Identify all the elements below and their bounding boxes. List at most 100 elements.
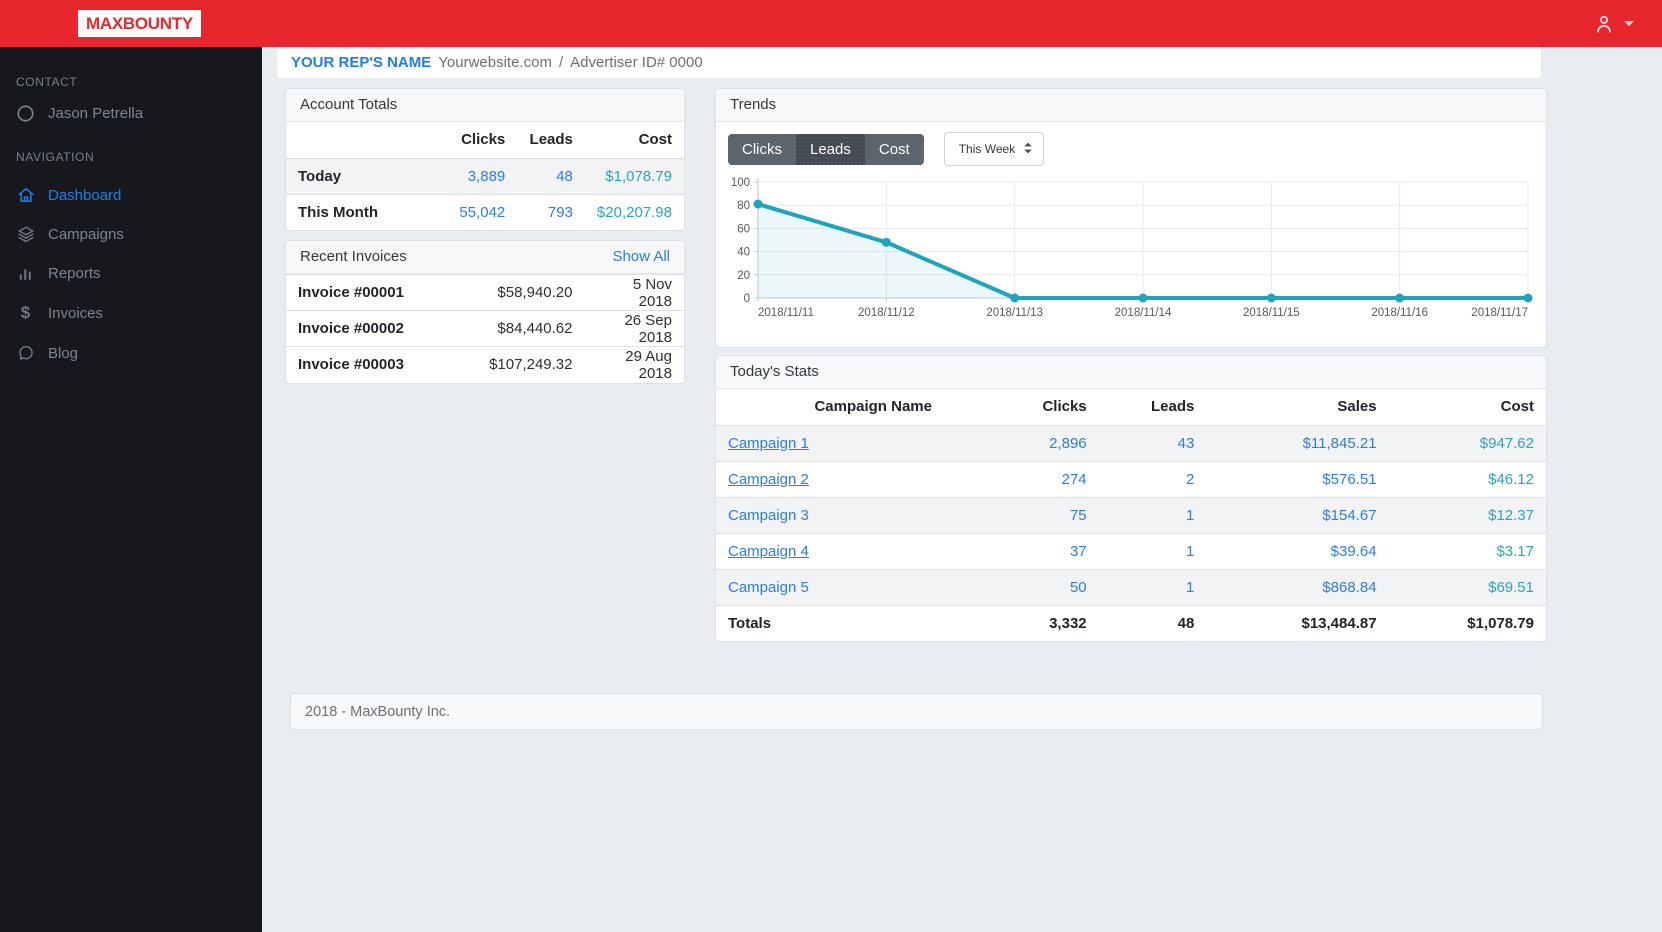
campaign-leads[interactable]: 2: [1098, 460, 1207, 497]
campaign-sales[interactable]: $39.64: [1206, 532, 1389, 569]
campaign-cost[interactable]: $3.17: [1388, 532, 1546, 569]
totals-row: Totals 3,332 48 $13,484.87 $1,078.79: [716, 604, 1546, 641]
svg-text:40: 40: [737, 247, 750, 259]
clicks-toggle-button[interactable]: Clicks: [728, 133, 796, 165]
trends-chart[interactable]: 0 20 40 60 80 100 2018/11/11 2018/11/12 2018/11/…: [728, 176, 1534, 333]
col-clicks: Clicks: [1042, 398, 1087, 416]
col-cost: Cost: [1500, 398, 1534, 416]
totals-sales: $13,484.87: [1206, 604, 1389, 641]
campaign-clicks[interactable]: 37: [1030, 532, 1099, 569]
campaign-cost[interactable]: $947.62: [1388, 424, 1546, 461]
campaign-link[interactable]: Campaign 4: [728, 543, 809, 560]
campaign-row: Campaign 1 2,896 43 $11,845.21 $947.62: [716, 424, 1546, 461]
invoice-amount: $84,440.62: [465, 310, 585, 347]
campaign-clicks[interactable]: 2,896: [1030, 424, 1099, 461]
month-leads[interactable]: 793: [517, 193, 585, 230]
month-clicks[interactable]: 55,042: [438, 193, 518, 230]
card-title: Today's Stats: [730, 363, 819, 380]
campaign-sales[interactable]: $868.84: [1206, 568, 1389, 605]
campaign-cost[interactable]: $46.12: [1388, 460, 1546, 497]
campaign-leads[interactable]: 1: [1098, 568, 1207, 605]
col-clicks: Clicks: [461, 131, 506, 149]
person-icon: [1593, 13, 1615, 35]
campaign-link[interactable]: Campaign 1: [728, 435, 809, 452]
today-leads[interactable]: 48: [517, 157, 585, 194]
period-select-value: This Week: [958, 142, 1016, 156]
breadcrumb-website: Yourwebsite.com: [438, 54, 552, 71]
top-bar: MAXBOUNTY: [0, 0, 1662, 47]
dollar-icon: $: [20, 303, 31, 322]
card-title: Recent Invoices: [300, 248, 407, 265]
chat-bubble-icon: [16, 344, 35, 362]
invoice-name[interactable]: Invoice #00001: [286, 274, 466, 311]
up-down-arrows-icon: [1023, 141, 1033, 158]
row-label: Today: [286, 157, 439, 194]
campaign-leads[interactable]: 1: [1098, 496, 1207, 533]
recent-invoices-table: Invoice #00001 $58,940.20 5 Nov 2018 Inv…: [286, 274, 684, 383]
maxbounty-logo[interactable]: MAXBOUNTY: [78, 10, 201, 37]
invoice-date: 26 Sep 2018: [584, 310, 684, 347]
breadcrumb-separator: /: [558, 54, 564, 71]
main-content: YOUR REP'S NAME Yourwebsite.com / Advert…: [262, 47, 1662, 932]
sidebar-item-label: Invoices: [48, 304, 104, 322]
campaign-link[interactable]: Campaign 2: [728, 471, 809, 488]
campaign-clicks[interactable]: 75: [1030, 496, 1099, 533]
month-cost[interactable]: $20,207.98: [584, 193, 684, 230]
campaign-sales[interactable]: $154.67: [1206, 496, 1389, 533]
breadcrumb-rep-name[interactable]: YOUR REP'S NAME: [291, 54, 431, 71]
table-row-this-month: This Month 55,042 793 $20,207.98: [286, 193, 684, 230]
col-leads: Leads: [529, 131, 573, 149]
trends-card: Trends Clicks Leads Cost This Week 0 20 40…: [715, 88, 1547, 348]
col-cost: Cost: [638, 131, 672, 149]
sidebar-item-campaigns[interactable]: Campaigns: [16, 225, 262, 243]
invoice-name[interactable]: Invoice #00003: [286, 346, 466, 383]
cost-toggle-button[interactable]: Cost: [864, 133, 924, 165]
svg-text:2018/11/14: 2018/11/14: [1115, 307, 1172, 319]
campaign-sales[interactable]: $11,845.21: [1206, 424, 1389, 461]
user-menu-button[interactable]: [1593, 0, 1634, 47]
invoice-row: Invoice #00001 $58,940.20 5 Nov 2018: [286, 274, 684, 311]
account-totals-table: Clicks Leads Cost Today 3,889 48 $1,078.…: [286, 122, 684, 230]
today-cost[interactable]: $1,078.79: [584, 157, 684, 194]
line-chart: 0 20 40 60 80 100 2018/11/11 2018/11/12 2018/11/…: [731, 177, 1533, 319]
sidebar-item-reports[interactable]: Reports: [16, 264, 262, 282]
invoice-date: 5 Nov 2018: [584, 274, 684, 311]
account-totals-card: Account Totals Clicks Leads Cost Today 3…: [285, 88, 685, 231]
sidebar-item-dashboard[interactable]: Dashboard: [16, 186, 262, 204]
table-header-row: Clicks Leads Cost: [286, 122, 684, 158]
trends-controls: Clicks Leads Cost This Week: [728, 132, 1534, 166]
sidebar-item-blog[interactable]: Blog: [16, 344, 262, 362]
sidebar: CONTACT Jason Petrella NAVIGATION Dashbo…: [0, 47, 262, 932]
home-icon: [16, 186, 35, 204]
campaign-row: Campaign 5 50 1 $868.84 $69.51: [716, 568, 1546, 605]
col-sales: Sales: [1337, 398, 1377, 416]
campaign-link[interactable]: Campaign 3: [728, 507, 809, 524]
campaign-cost[interactable]: $69.51: [1388, 568, 1546, 605]
svg-text:2018/11/12: 2018/11/12: [858, 307, 915, 319]
leads-toggle-button[interactable]: Leads: [796, 133, 865, 165]
show-all-link[interactable]: Show All: [612, 241, 670, 273]
campaign-sales[interactable]: $576.51: [1206, 460, 1389, 497]
navigation-section-label: NAVIGATION: [16, 150, 95, 164]
breadcrumb: YOUR REP'S NAME Yourwebsite.com / Advert…: [277, 47, 1541, 78]
campaign-leads[interactable]: 1: [1098, 532, 1207, 569]
campaign-leads[interactable]: 43: [1098, 424, 1207, 461]
campaign-cost[interactable]: $12.37: [1388, 496, 1546, 533]
breadcrumb-advertiser-id: Advertiser ID# 0000: [570, 54, 703, 71]
campaign-link[interactable]: Campaign 5: [728, 579, 809, 596]
sidebar-item-invoices[interactable]: $ Invoices: [16, 303, 262, 323]
sidebar-contact-rep[interactable]: Jason Petrella: [16, 105, 262, 122]
avatar-circle-icon: [16, 105, 35, 122]
campaign-row: Campaign 4 37 1 $39.64 $3.17: [716, 532, 1546, 569]
today-clicks[interactable]: 3,889: [438, 157, 518, 194]
totals-cost: $1,078.79: [1388, 604, 1546, 641]
card-title: Account Totals: [300, 96, 398, 113]
invoice-name[interactable]: Invoice #00002: [286, 310, 466, 347]
period-select[interactable]: This Week: [943, 132, 1044, 166]
account-totals-header: Account Totals: [286, 89, 684, 122]
todays-stats-table: Campaign Name Clicks Leads Sales Cost Ca…: [716, 389, 1546, 641]
campaign-clicks[interactable]: 50: [1030, 568, 1099, 605]
campaign-clicks[interactable]: 274: [1030, 460, 1099, 497]
invoice-date: 29 Aug 2018: [584, 346, 684, 383]
invoice-row: Invoice #00003 $107,249.32 29 Aug 2018: [286, 346, 684, 383]
